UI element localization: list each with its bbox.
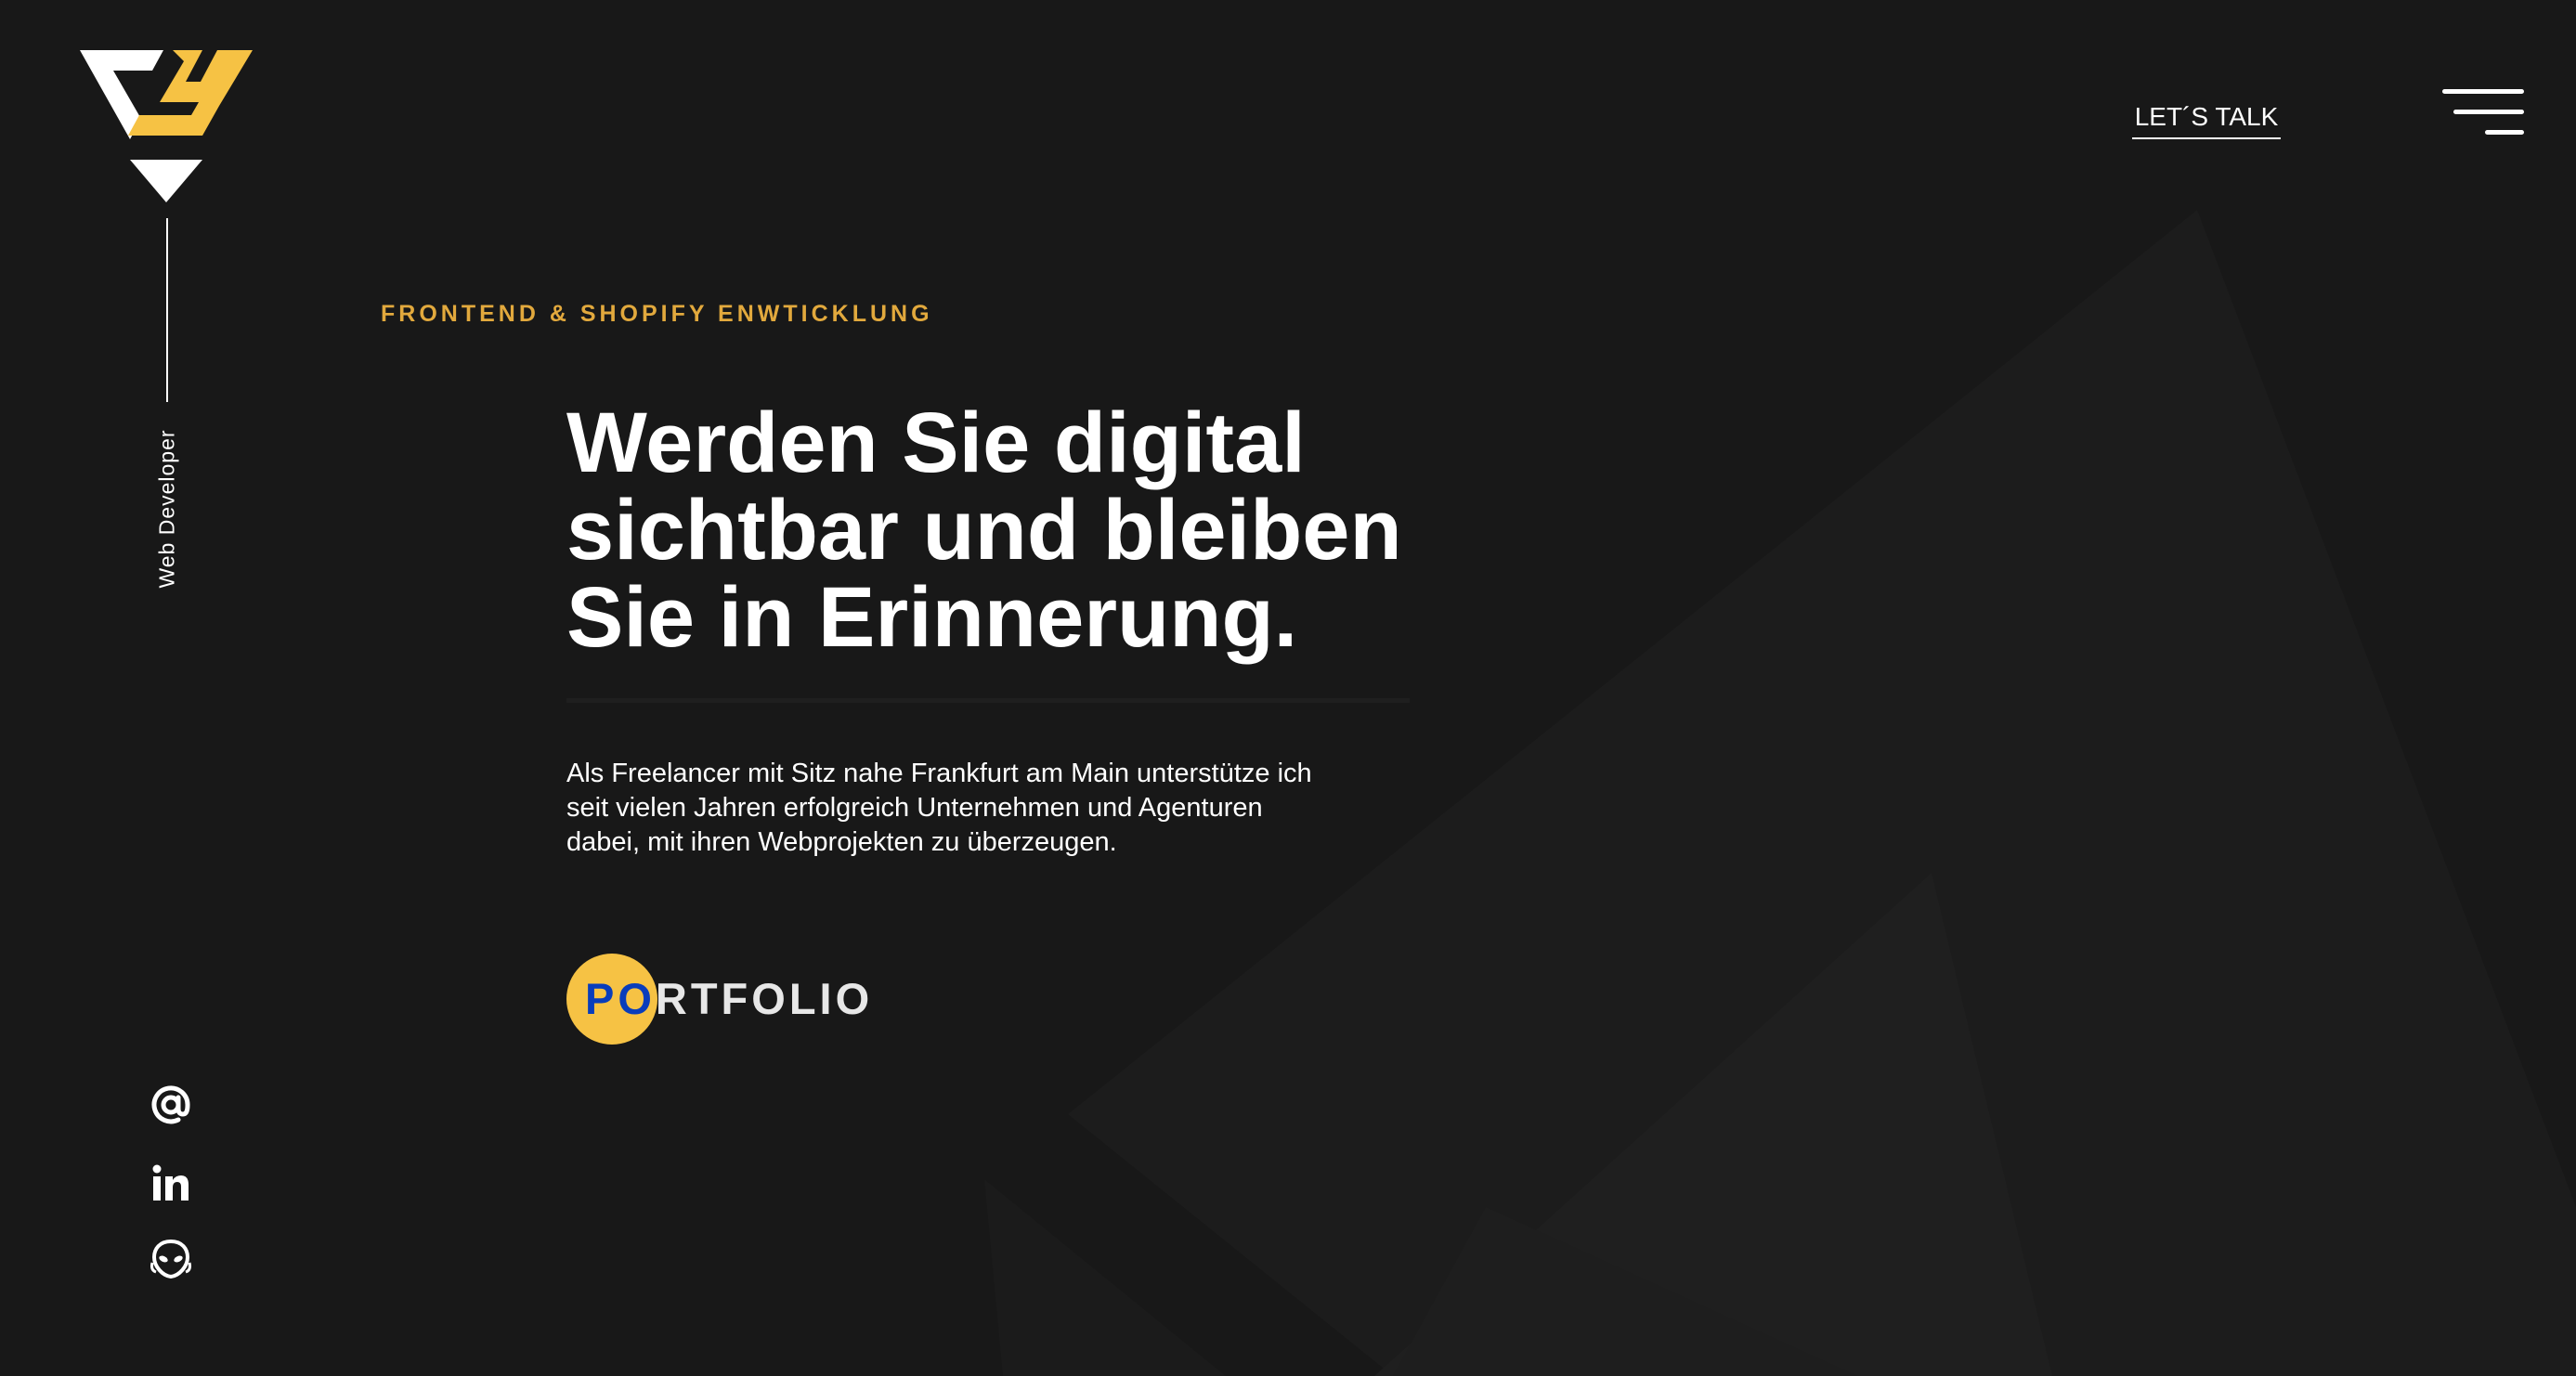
headline-line: Werden Sie digital xyxy=(566,396,1306,490)
vertical-role-label: Web Developer xyxy=(154,429,179,589)
headline-line: Sie in Erinnerung. xyxy=(566,570,1298,665)
at-sign-icon[interactable] xyxy=(150,1084,191,1125)
portfolio-button[interactable]: PORTFOLIO xyxy=(566,954,873,1045)
linkedin-icon[interactable] xyxy=(150,1162,191,1203)
hamburger-menu-icon[interactable] xyxy=(2439,87,2524,139)
headline-line: sichtbar und bleiben xyxy=(566,483,1402,578)
hero-headline: Werden Sie digital sichtbar und bleiben … xyxy=(566,399,1607,661)
page: Web Developer LET´S TALK FRONTEND & SHOP… xyxy=(0,0,2576,1376)
intro-line: Als Freelancer mit Sitz nahe Frankfurt a… xyxy=(566,759,1312,788)
hero-eyebrow: FRONTEND & SHOPIFY ENWTICKLUNG xyxy=(381,301,933,327)
background-triangles xyxy=(984,210,2576,1376)
alien-face-icon[interactable] xyxy=(150,1239,191,1279)
logo[interactable] xyxy=(80,50,253,202)
intro-line: dabei, mit ihren Webprojekten zu überzeu… xyxy=(566,827,1117,857)
triangle-j-logo-icon xyxy=(80,50,253,202)
sidebar-divider-line xyxy=(166,218,168,402)
lets-talk-link[interactable]: LET´S TALK xyxy=(2132,102,2281,139)
portfolio-label: PORTFOLIO xyxy=(585,974,874,1023)
hero-divider xyxy=(566,698,1410,703)
hero-intro: Als Freelancer mit Sitz nahe Frankfurt a… xyxy=(566,757,1421,860)
intro-line: seit vielen Jahren erfolgreich Unternehm… xyxy=(566,793,1263,823)
